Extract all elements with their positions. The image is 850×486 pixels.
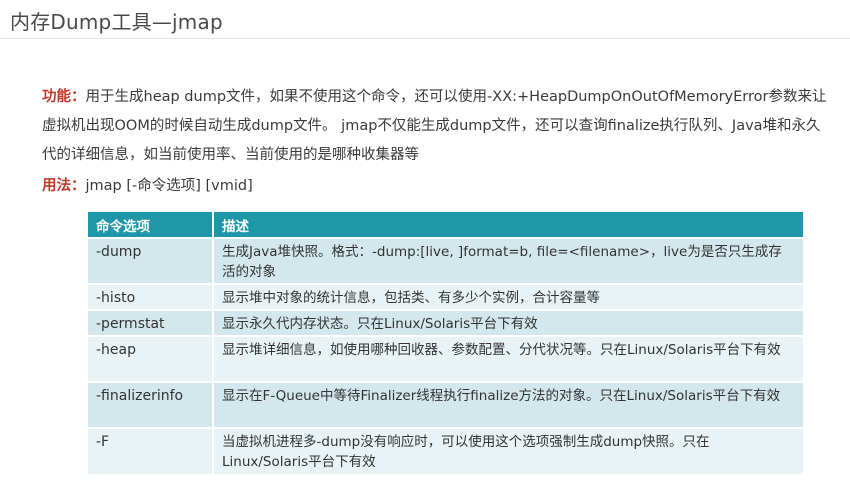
description-cell: 当虚拟机进程多-dump没有响应时，可以使用这个选项强制生成dump快照。只在L… [213, 427, 803, 474]
table-row: -permstat 显示永久代内存状态。只在Linux/Solaris平台下有效 [88, 309, 803, 336]
option-cell: -finalizerinfo [88, 381, 214, 428]
function-label: 功能： [42, 89, 86, 105]
page-title: 内存Dump工具—jmap [10, 10, 223, 34]
usage-label: 用法： [42, 178, 86, 194]
option-cell: -dump [88, 237, 214, 284]
function-text: 用于生成heap dump文件，如果不使用这个命令，还可以使用-XX:+Heap… [42, 89, 827, 163]
table-row: -dump 生成Java堆快照。格式：-dump:[live, ]format=… [88, 237, 803, 284]
table-row: -F 当虚拟机进程多-dump没有响应时，可以使用这个选项强制生成dump快照。… [88, 427, 803, 474]
option-cell: -histo [88, 283, 214, 310]
usage-line: 用法：jmap [-命令选项] [vmid] [42, 175, 253, 197]
description-cell: 显示永久代内存状态。只在Linux/Solaris平台下有效 [213, 309, 803, 336]
table-row: -heap 显示堆详细信息，如使用哪种回收器、参数配置、分代状况等。只在Linu… [88, 335, 803, 382]
options-table: 命令选项 描述 -dump 生成Java堆快照。格式：-dump:[live, … [88, 212, 803, 474]
table-row: -histo 显示堆中对象的统计信息，包括类、有多少个实例，合计容量等 [88, 283, 803, 310]
header-description: 描述 [213, 212, 803, 238]
title-divider [0, 38, 850, 39]
option-cell: -permstat [88, 309, 214, 336]
option-cell: -heap [88, 335, 214, 382]
option-cell: -F [88, 427, 214, 474]
table-row: -finalizerinfo 显示在F-Queue中等待Finalizer线程执… [88, 381, 803, 428]
function-paragraph: 功能：用于生成heap dump文件，如果不使用这个命令，还可以使用-XX:+H… [42, 83, 832, 170]
description-cell: 显示堆中对象的统计信息，包括类、有多少个实例，合计容量等 [213, 283, 803, 310]
description-cell: 显示堆详细信息，如使用哪种回收器、参数配置、分代状况等。只在Linux/Sola… [213, 335, 803, 382]
description-cell: 显示在F-Queue中等待Finalizer线程执行finalize方法的对象。… [213, 381, 803, 428]
header-option: 命令选项 [88, 212, 214, 238]
usage-text: jmap [-命令选项] [vmid] [85, 178, 253, 194]
description-cell: 生成Java堆快照。格式：-dump:[live, ]format=b, fil… [213, 237, 803, 284]
table-header-row: 命令选项 描述 [88, 212, 803, 238]
